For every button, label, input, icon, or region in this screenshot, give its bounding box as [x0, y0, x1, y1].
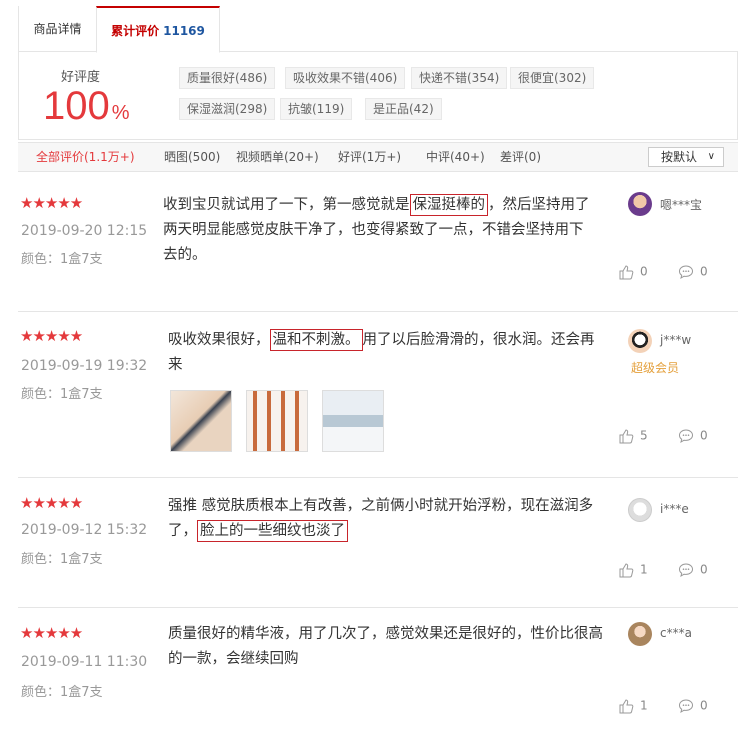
review-tag[interactable]: 抗皱(119): [280, 98, 353, 120]
review-filter-bar: 全部评价(1.1万+) 晒图(500) 视频晒单(20+) 好评(1万+) 中评…: [18, 142, 738, 172]
comment-count: 0: [700, 562, 708, 577]
highlighted-phrase: 脸上的一些细纹也淡了: [197, 520, 348, 542]
review-variant: 颜色：1盒7支: [21, 387, 103, 402]
username[interactable]: i***e: [660, 502, 689, 516]
filter-positive[interactable]: 好评(1万+): [338, 143, 401, 171]
positive-rate-label: 好评度: [61, 70, 101, 85]
avatar[interactable]: [628, 329, 652, 353]
comment-button[interactable]: 0: [678, 264, 708, 280]
avatar[interactable]: [628, 622, 652, 646]
comment-count: 0: [700, 698, 708, 713]
review-text-part: 收到宝贝就试用了一下，第一感觉就是: [163, 197, 410, 213]
comment-icon: [678, 265, 694, 280]
review-date: 2019-09-11 11:30: [21, 654, 148, 670]
like-count: 1: [640, 698, 648, 713]
review-text: 吸收效果很好， 温和不刺激。 用了以后脸滑滑的，很水润。还会再来: [168, 328, 608, 378]
review-text: 质量很好的精华液，用了几次了，感觉效果还是很好的，性价比很高的一款，会继续回购: [168, 622, 608, 672]
highlighted-phrase: 温和不刺激。: [269, 329, 363, 351]
review-photo[interactable]: [322, 390, 384, 452]
positive-rate-value: 100%: [43, 84, 130, 129]
review-item: ★★★★★ 2019-09-19 19:32 颜色：1盒7支 吸收效果很好， 温和…: [18, 312, 738, 478]
review-variant: 颜色：1盒7支: [21, 552, 103, 567]
review-date: 2019-09-20 12:15: [21, 223, 148, 239]
review-text-part: 吸收效果很好，: [168, 332, 270, 348]
filter-photos[interactable]: 晒图(500): [164, 143, 220, 171]
review-tag[interactable]: 很便宜(302): [510, 67, 595, 89]
comment-count: 0: [700, 264, 708, 279]
comment-button[interactable]: 0: [678, 562, 708, 578]
star-rating: ★★★★★: [20, 194, 83, 212]
star-rating: ★★★★★: [20, 327, 83, 345]
star-rating: ★★★★★: [20, 624, 83, 642]
like-button[interactable]: 1: [618, 698, 648, 714]
review-tag[interactable]: 是正品(42): [365, 98, 442, 120]
review-item: ★★★★★ 2019-09-11 11:30 颜色：1盒7支 质量很好的精华液，…: [18, 608, 738, 734]
comment-icon: [678, 429, 694, 444]
like-button[interactable]: 1: [618, 562, 648, 578]
tab-product-detail[interactable]: 商品详情: [18, 6, 96, 52]
review-photo[interactable]: [170, 390, 232, 452]
thumbs-up-icon: [619, 699, 634, 714]
product-tabs: 商品详情 累计评价 11169: [18, 6, 738, 53]
review-count: 11169: [163, 24, 205, 38]
review-text-part: 质量很好的精华液，用了几次了，感觉效果还是很好的，性价比很高的一款，会继续回购: [168, 626, 603, 667]
like-button[interactable]: 0: [618, 264, 648, 280]
thumbs-up-icon: [619, 429, 634, 444]
review-text: 收到宝贝就试用了一下，第一感觉就是 保湿挺棒的 ，然后坚持用了两天明显能感觉皮肤干净…: [163, 193, 593, 268]
review-item: ★★★★★ 2019-09-20 12:15 颜色：1盒7支 收到宝贝就试用了一…: [18, 172, 738, 312]
rate-unit: %: [111, 102, 130, 124]
filter-all[interactable]: 全部评价(1.1万+): [36, 143, 135, 171]
review-date: 2019-09-12 15:32: [21, 522, 148, 538]
tab-reviews[interactable]: 累计评价 11169: [96, 6, 220, 53]
rate-number: 100: [43, 84, 110, 128]
review-date: 2019-09-19 19:32: [21, 358, 148, 374]
like-count: 0: [640, 264, 648, 279]
comment-button[interactable]: 0: [678, 698, 708, 714]
rating-summary: 好评度 100% 质量很好(486) 吸收效果不错(406) 快递不错(354)…: [18, 52, 738, 140]
avatar[interactable]: [628, 192, 652, 216]
review-tag[interactable]: 质量很好(486): [179, 67, 276, 89]
highlighted-phrase: 保湿挺棒的: [409, 194, 488, 216]
sort-label: 按默认: [661, 150, 698, 164]
like-button[interactable]: 5: [618, 428, 648, 444]
username[interactable]: c***a: [660, 626, 692, 640]
sort-dropdown[interactable]: 按默认 ∨: [648, 147, 724, 167]
review-item: ★★★★★ 2019-09-12 15:32 颜色：1盒7支 强推 感觉肤质根本…: [18, 478, 738, 608]
member-badge: 超级会员: [631, 361, 680, 375]
filter-neutral[interactable]: 中评(40+): [426, 143, 485, 171]
review-variant: 颜色：1盒7支: [21, 685, 103, 700]
filter-videos[interactable]: 视频晒单(20+): [236, 143, 319, 171]
review-tag[interactable]: 吸收效果不错(406): [285, 67, 406, 89]
username[interactable]: j***w: [660, 333, 691, 347]
review-photo[interactable]: [246, 390, 308, 452]
star-rating: ★★★★★: [20, 494, 83, 512]
review-tag[interactable]: 快递不错(354): [411, 67, 508, 89]
comment-icon: [678, 699, 694, 714]
review-tag[interactable]: 保湿滋润(298): [179, 98, 276, 120]
review-text: 强推 感觉肤质根本上有改善，之前俩小时就开始浮粉，现在滋润多了， 脸上的一些细纹也…: [168, 494, 608, 544]
comment-icon: [678, 563, 694, 578]
thumbs-up-icon: [619, 563, 634, 578]
like-count: 1: [640, 562, 648, 577]
comment-button[interactable]: 0: [678, 428, 708, 444]
review-variant: 颜色：1盒7支: [21, 252, 103, 267]
filter-negative[interactable]: 差评(0): [500, 143, 541, 171]
chevron-down-icon: ∨: [707, 151, 715, 162]
tab-reviews-label: 累计评价: [111, 24, 160, 38]
avatar[interactable]: [628, 498, 652, 522]
username[interactable]: 嗯***宝: [660, 196, 702, 213]
thumbs-up-icon: [619, 265, 634, 280]
comment-count: 0: [700, 428, 708, 443]
like-count: 5: [640, 428, 648, 443]
